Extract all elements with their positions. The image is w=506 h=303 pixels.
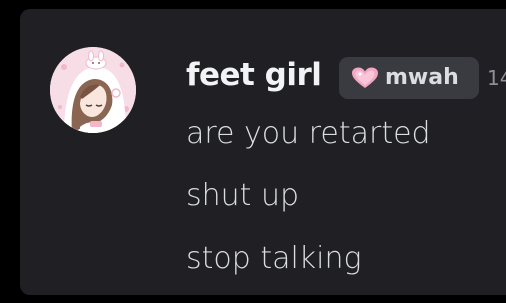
pink-heart-icon (352, 67, 378, 88)
user-avatar[interactable] (50, 47, 136, 133)
message-timestamp[interactable]: 14 (487, 63, 506, 93)
server-tag-label: mwah (385, 65, 459, 90)
anime-avatar-icon (50, 47, 136, 133)
message-text: stop talking (186, 241, 362, 276)
server-tag[interactable]: mwah (339, 57, 479, 99)
message-text: shut up (186, 178, 300, 213)
username[interactable]: feet girl (186, 55, 322, 95)
message-text: are you retarted (186, 116, 431, 151)
chat-screen: feet girl mwah 14 are you retarted shut … (0, 0, 506, 303)
